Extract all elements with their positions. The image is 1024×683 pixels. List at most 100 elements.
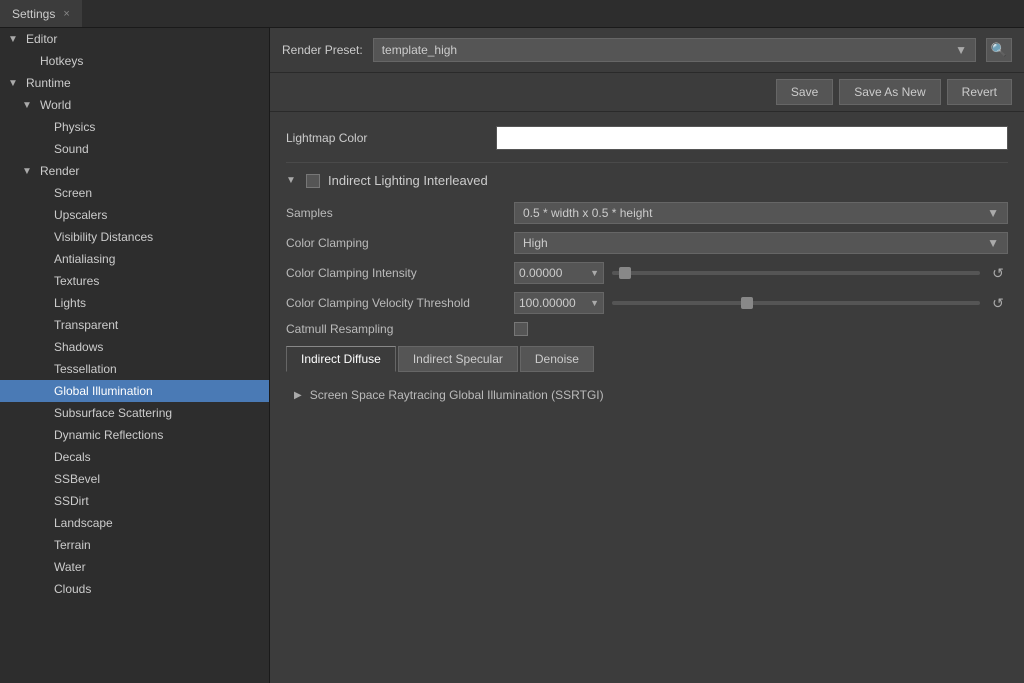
sidebar-item-lights[interactable]: Lights <box>0 292 269 314</box>
sidebar-item-water[interactable]: Water <box>0 556 269 578</box>
sidebar-item-global-illumination[interactable]: Global Illumination <box>0 380 269 402</box>
slider-thumb-icon <box>619 267 631 279</box>
tabs-bar: Indirect DiffuseIndirect SpecularDenoise <box>286 346 1008 372</box>
tab-indirect-diffuse[interactable]: Indirect Diffuse <box>286 346 396 372</box>
sidebar-item-terrain[interactable]: Terrain <box>0 534 269 556</box>
sidebar-item-label: Editor <box>26 32 57 46</box>
preset-bar: Render Preset: template_high ▼ 🔍 <box>270 28 1024 73</box>
tab-denoise[interactable]: Denoise <box>520 346 594 372</box>
preset-dropdown[interactable]: template_high ▼ <box>373 38 976 62</box>
sidebar-item-ssdirt[interactable]: SSDirt <box>0 490 269 512</box>
sidebar-item-label: Hotkeys <box>40 54 83 68</box>
sidebar-item-tessellation[interactable]: Tessellation <box>0 358 269 380</box>
intensity-reset-button[interactable]: ↺ <box>988 263 1008 283</box>
color-clamping-row: Color Clamping High ▼ <box>286 232 1008 254</box>
sidebar-item-label: Screen <box>54 186 92 200</box>
sidebar-item-label: Decals <box>54 450 91 464</box>
sidebar-item-ssbevel[interactable]: SSBevel <box>0 468 269 490</box>
sidebar-item-sound[interactable]: Sound <box>0 138 269 160</box>
sidebar-item-editor[interactable]: ▼ Editor <box>0 28 269 50</box>
samples-dropdown[interactable]: 0.5 * width x 0.5 * height ▼ <box>514 202 1008 224</box>
sidebar-item-label: Terrain <box>54 538 91 552</box>
sidebar-item-physics[interactable]: Physics <box>0 116 269 138</box>
content-area: Lightmap Color ▼ Indirect Lighting Inter… <box>270 112 1024 683</box>
color-clamping-arrow-icon: ▼ <box>987 236 999 250</box>
catmull-resampling-label: Catmull Resampling <box>286 322 506 336</box>
velocity-spin-icon: ▼ <box>590 298 599 308</box>
sidebar-item-label: Clouds <box>54 582 91 596</box>
color-clamping-intensity-row: Color Clamping Intensity 0.00000 ▼ ↺ <box>286 262 1008 284</box>
sidebar-item-label: Sound <box>54 142 89 156</box>
right-panel: Render Preset: template_high ▼ 🔍 Save Sa… <box>270 28 1024 683</box>
revert-button[interactable]: Revert <box>947 79 1012 105</box>
sidebar-item-label: Tessellation <box>54 362 117 376</box>
sidebar-item-screen[interactable]: Screen <box>0 182 269 204</box>
color-clamping-velocity-value: 100.00000 <box>519 296 576 310</box>
title-bar: Settings × <box>0 0 1024 28</box>
ssrtgi-row[interactable]: ▶ Screen Space Raytracing Global Illumin… <box>286 384 1008 406</box>
velocity-reset-button[interactable]: ↺ <box>988 293 1008 313</box>
sidebar-item-label: Visibility Distances <box>54 230 153 244</box>
tab-label: Settings <box>12 7 55 21</box>
lightmap-color-label: Lightmap Color <box>286 131 486 145</box>
preset-value: template_high <box>382 43 457 57</box>
section-collapse-icon[interactable]: ▼ <box>286 175 298 186</box>
sidebar-item-label: Render <box>40 164 79 178</box>
sidebar-item-render[interactable]: ▼ Render <box>0 160 269 182</box>
ssrtgi-arrow-icon: ▶ <box>294 390 302 401</box>
sidebar-item-world[interactable]: ▼World <box>0 94 269 116</box>
color-clamping-label: Color Clamping <box>286 236 506 250</box>
main-layout: ▼ Editor Hotkeys ▼Runtime▼World Physics Sound… <box>0 28 1024 683</box>
settings-tab[interactable]: Settings × <box>0 0 82 27</box>
catmull-resampling-checkbox[interactable] <box>514 322 528 336</box>
samples-row: Samples 0.5 * width x 0.5 * height ▼ <box>286 202 1008 224</box>
sidebar-item-label: Upscalers <box>54 208 107 222</box>
sidebar-item-label: Global Illumination <box>54 384 153 398</box>
sidebar-item-label: Physics <box>54 120 95 134</box>
search-button[interactable]: 🔍 <box>986 38 1012 62</box>
tree-arrow-icon: ▼ <box>8 34 22 45</box>
sidebar-item-label: Transparent <box>54 318 118 332</box>
sidebar-item-landscape[interactable]: Landscape <box>0 512 269 534</box>
sidebar-item-label: Shadows <box>54 340 103 354</box>
section-title: Indirect Lighting Interleaved <box>328 173 488 188</box>
color-clamping-velocity-row: Color Clamping Velocity Threshold 100.00… <box>286 292 1008 314</box>
color-clamping-intensity-label: Color Clamping Intensity <box>286 266 506 280</box>
sidebar-item-label: Subsurface Scattering <box>54 406 172 420</box>
sidebar: ▼ Editor Hotkeys ▼Runtime▼World Physics Sound… <box>0 28 270 683</box>
tab-indirect-specular[interactable]: Indirect Specular <box>398 346 518 372</box>
close-icon[interactable]: × <box>63 8 69 20</box>
samples-label: Samples <box>286 206 506 220</box>
color-clamping-velocity-input[interactable]: 100.00000 ▼ <box>514 292 604 314</box>
samples-dropdown-arrow-icon: ▼ <box>987 206 999 220</box>
sidebar-item-antialiasing[interactable]: Antialiasing <box>0 248 269 270</box>
sidebar-item-visibility-distances[interactable]: Visibility Distances <box>0 226 269 248</box>
lightmap-color-row: Lightmap Color <box>286 126 1008 150</box>
color-clamping-intensity-slider[interactable] <box>612 271 980 275</box>
sidebar-item-clouds[interactable]: Clouds <box>0 578 269 600</box>
tree-arrow-icon: ▼ <box>8 78 22 89</box>
sidebar-item-label: Lights <box>54 296 86 310</box>
save-as-new-button[interactable]: Save As New <box>839 79 940 105</box>
save-button[interactable]: Save <box>776 79 833 105</box>
sidebar-item-label: SSDirt <box>54 494 89 508</box>
intensity-spin-icon: ▼ <box>590 268 599 278</box>
sidebar-item-transparent[interactable]: Transparent <box>0 314 269 336</box>
catmull-resampling-row: Catmull Resampling <box>286 322 1008 336</box>
section-checkbox[interactable] <box>306 174 320 188</box>
action-bar: Save Save As New Revert <box>270 73 1024 112</box>
sidebar-item-shadows[interactable]: Shadows <box>0 336 269 358</box>
color-clamping-intensity-input[interactable]: 0.00000 ▼ <box>514 262 604 284</box>
sidebar-item-upscalers[interactable]: Upscalers <box>0 204 269 226</box>
lightmap-color-swatch[interactable] <box>496 126 1008 150</box>
sidebar-item-hotkeys[interactable]: Hotkeys <box>0 50 269 72</box>
sidebar-item-textures[interactable]: Textures <box>0 270 269 292</box>
sidebar-item-decals[interactable]: Decals <box>0 446 269 468</box>
sidebar-item-dynamic-reflections[interactable]: Dynamic Reflections <box>0 424 269 446</box>
sidebar-item-runtime[interactable]: ▼Runtime <box>0 72 269 94</box>
sidebar-item-subsurface-scattering[interactable]: Subsurface Scattering <box>0 402 269 424</box>
color-clamping-dropdown[interactable]: High ▼ <box>514 232 1008 254</box>
sidebar-item-label: Landscape <box>54 516 113 530</box>
tree-arrow-icon: ▼ <box>22 166 36 177</box>
color-clamping-velocity-slider[interactable] <box>612 301 980 305</box>
